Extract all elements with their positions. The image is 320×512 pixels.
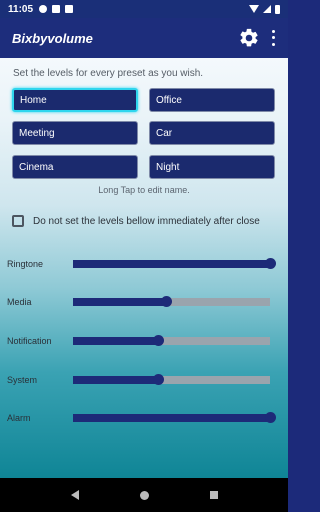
preset-label: Night — [156, 161, 180, 173]
media-slider[interactable] — [73, 296, 270, 307]
preset-label: Meeting — [19, 127, 55, 139]
slider-row-notification: Notification — [0, 333, 288, 349]
preset-label: Cinema — [19, 161, 54, 173]
immediate-set-checkbox[interactable] — [12, 215, 24, 227]
slider-fill — [73, 376, 158, 384]
slider-thumb[interactable] — [265, 412, 276, 423]
preset-button-car[interactable]: Car — [149, 121, 275, 145]
notification-slider[interactable] — [73, 335, 270, 346]
slider-thumb[interactable] — [152, 335, 164, 346]
ringtone-slider[interactable] — [73, 258, 276, 269]
more-vert-icon[interactable] — [270, 28, 276, 48]
status-time: 11:05 — [8, 3, 34, 15]
app-bar: Bixbyvolume — [0, 18, 288, 58]
checkbox-label: Do not set the levels bellow immediately… — [33, 215, 260, 227]
preset-label: Office — [156, 94, 182, 106]
app-notification-icon — [52, 5, 61, 13]
system-slider[interactable] — [73, 374, 270, 385]
preset-label: Home — [20, 94, 47, 106]
status-system-icons — [249, 4, 280, 14]
slider-row-ringtone: Ringtone — [0, 256, 288, 272]
slider-thumb[interactable] — [160, 296, 172, 307]
content-area: Set the levels for every preset as you w… — [0, 58, 288, 478]
slider-fill — [73, 260, 270, 268]
hint-text: Long Tap to edit name. — [98, 185, 190, 195]
preset-button-cinema[interactable]: Cinema — [12, 155, 138, 179]
slider-label: Media — [7, 297, 32, 307]
slider-label: Ringtone — [7, 259, 44, 269]
slider-thumb[interactable] — [152, 374, 164, 385]
home-icon[interactable] — [139, 490, 149, 500]
slider-thumb[interactable] — [265, 258, 276, 269]
slider-row-media: Media — [0, 294, 288, 310]
app-actions — [238, 27, 276, 49]
wifi-icon — [249, 5, 259, 13]
gear-icon[interactable] — [238, 27, 260, 49]
slider-fill — [73, 337, 158, 345]
file-notification-icon — [65, 5, 74, 13]
app-title: Bixbyvolume — [12, 30, 93, 46]
preset-button-home[interactable]: Home — [12, 88, 138, 112]
slider-row-system: System — [0, 372, 288, 388]
preset-button-meeting[interactable]: Meeting — [12, 121, 138, 145]
preset-button-night[interactable]: Night — [149, 155, 275, 179]
slider-label: Notification — [7, 336, 52, 346]
recent-apps-icon[interactable] — [209, 491, 218, 499]
intro-text: Set the levels for every preset as you w… — [13, 68, 204, 79]
navigation-bar — [0, 478, 288, 512]
back-icon[interactable] — [70, 490, 79, 500]
status-bar: 11:05 — [0, 0, 288, 18]
preset-button-office[interactable]: Office — [149, 88, 275, 112]
slider-fill — [73, 298, 166, 306]
slider-fill — [73, 414, 270, 422]
signal-icon — [263, 5, 271, 13]
alarm-slider[interactable] — [73, 412, 276, 423]
checkbox-row[interactable]: Do not set the levels bellow immediately… — [12, 215, 260, 227]
slider-label: System — [7, 375, 38, 385]
settings-notification-icon — [39, 5, 48, 13]
preset-label: Car — [156, 127, 173, 139]
slider-row-alarm: Alarm — [0, 410, 288, 426]
status-notification-icons — [39, 5, 74, 13]
slider-label: Alarm — [7, 413, 31, 423]
battery-icon — [275, 4, 280, 14]
